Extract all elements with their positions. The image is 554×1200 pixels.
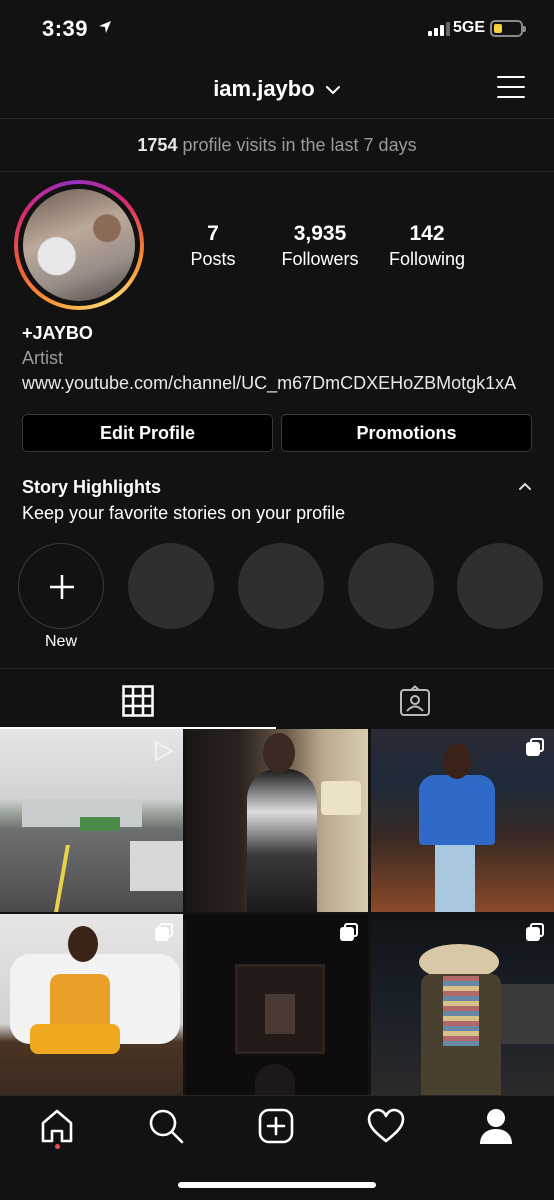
video-icon xyxy=(155,741,173,761)
story-highlights-subtitle: Keep your favorite stories on your profi… xyxy=(22,503,346,523)
profile-bio: +JAYBO Artist www.youtube.com/channel/UC… xyxy=(22,323,534,394)
following-count: 142 xyxy=(409,222,445,245)
edit-profile-button[interactable]: Edit Profile xyxy=(22,414,273,452)
cell-signal-icon xyxy=(428,22,450,36)
carousel-icon xyxy=(155,923,173,941)
promotions-button[interactable]: Promotions xyxy=(281,414,532,452)
posts-count: 7 xyxy=(207,222,219,245)
battery-icon xyxy=(490,20,526,37)
carousel-icon xyxy=(340,923,358,941)
post-thumbnail[interactable] xyxy=(185,914,368,1097)
profile-category: Artist xyxy=(22,348,64,368)
new-highlight-button[interactable] xyxy=(18,543,104,629)
account-switcher[interactable]: iam.jaybo xyxy=(0,76,554,102)
profile-header: iam.jaybo xyxy=(0,62,554,118)
posts-stat[interactable]: 7 Posts xyxy=(178,222,248,270)
posts-label: Posts xyxy=(190,249,236,269)
website-link[interactable]: www.youtube.com/channel/UC_m67DmCDXEHoZB… xyxy=(22,373,534,394)
profile-visits-banner[interactable]: 1754 profile visits in the last 7 days xyxy=(0,118,554,172)
post-thumbnail[interactable] xyxy=(0,914,183,1097)
hamburger-menu-icon[interactable] xyxy=(497,75,525,99)
profile-tabs xyxy=(0,668,554,729)
status-time: 3:39 xyxy=(42,16,89,41)
following-label: Following xyxy=(388,249,466,269)
post-thumbnail[interactable] xyxy=(185,729,368,912)
profile-icon[interactable] xyxy=(476,1106,516,1146)
visits-count: 1754 xyxy=(137,135,178,155)
tab-grid[interactable] xyxy=(0,669,276,729)
carousel-icon xyxy=(526,738,544,756)
highlight-placeholder xyxy=(457,543,543,629)
location-arrow-icon xyxy=(99,21,111,33)
highlight-placeholder xyxy=(128,543,214,629)
story-highlights-title: Story Highlights xyxy=(22,477,161,497)
chevron-up-icon[interactable] xyxy=(518,482,532,492)
post-grid xyxy=(0,729,554,1097)
avatar[interactable] xyxy=(14,180,144,310)
home-icon[interactable] xyxy=(37,1106,77,1146)
tagged-icon xyxy=(400,685,430,716)
activity-heart-icon[interactable] xyxy=(366,1106,406,1146)
visits-text: profile visits in the last 7 days xyxy=(182,135,417,155)
followers-stat[interactable]: 3,935 Followers xyxy=(270,222,370,270)
post-thumbnail[interactable] xyxy=(0,729,183,912)
post-thumbnail[interactable] xyxy=(371,729,554,912)
grid-icon xyxy=(122,685,154,717)
highlight-placeholder xyxy=(348,543,434,629)
carousel-icon xyxy=(526,923,544,941)
notification-dot xyxy=(55,1144,60,1149)
followers-label: Followers xyxy=(281,249,359,269)
new-highlight-label: New xyxy=(44,633,77,650)
bottom-nav xyxy=(0,1095,554,1200)
avatar-photo xyxy=(23,189,135,301)
plus-icon xyxy=(50,575,74,599)
search-icon[interactable] xyxy=(146,1106,186,1146)
new-post-icon[interactable] xyxy=(256,1106,296,1146)
highlight-placeholder xyxy=(238,543,324,629)
following-stat[interactable]: 142 Following xyxy=(380,222,474,270)
username-label: iam.jaybo xyxy=(213,76,315,101)
home-indicator xyxy=(178,1182,376,1188)
status-bar: 3:39 5GE xyxy=(0,0,554,62)
followers-count: 3,935 xyxy=(293,222,347,245)
post-thumbnail[interactable] xyxy=(371,914,554,1097)
chevron-down-icon xyxy=(325,86,340,95)
display-name: +JAYBO xyxy=(22,323,93,343)
tab-tagged[interactable] xyxy=(277,669,554,729)
network-label: 5GE xyxy=(453,19,486,36)
